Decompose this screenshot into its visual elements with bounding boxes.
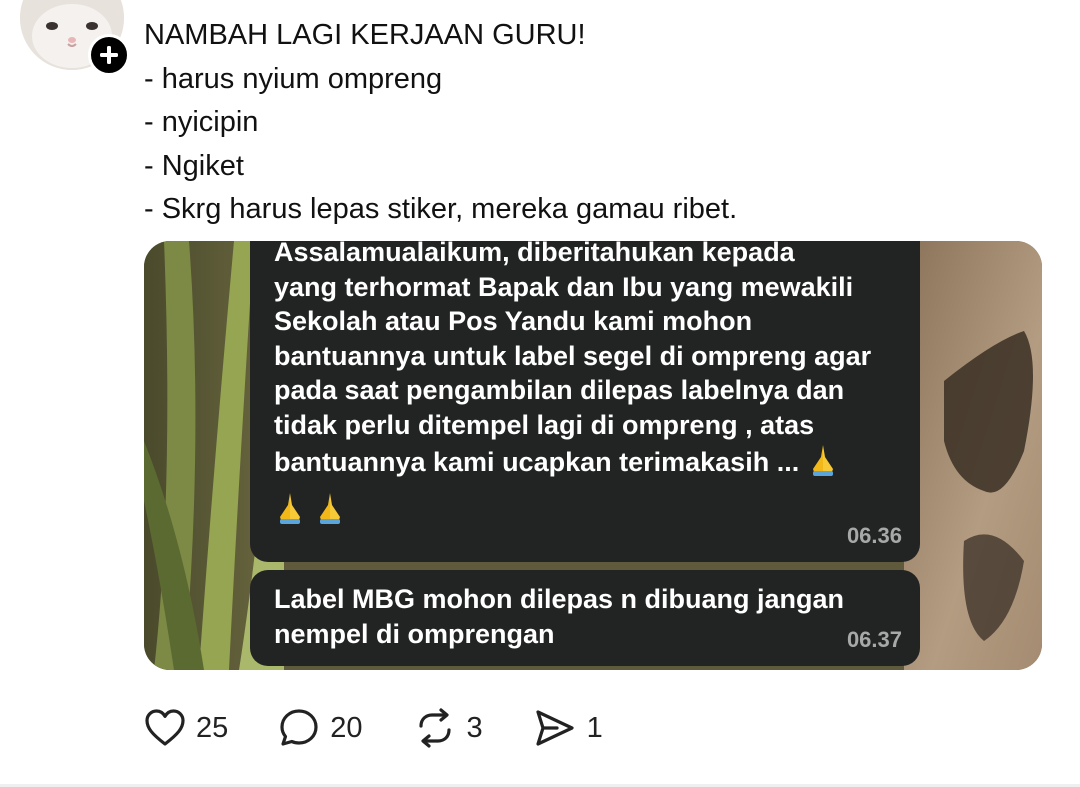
attached-image[interactable]: Assalamualaikum, diberitahukan kepada ya… <box>144 241 1042 670</box>
message-line: Label MBG mohon dilepas n dibuang jangan <box>274 584 845 614</box>
folded-hands-icon <box>807 443 839 486</box>
message-line: bantuannya kami ucapkan terimakasih ... <box>274 446 800 477</box>
message-text: Label MBG mohon dilepas n dibuang jangan… <box>274 582 894 651</box>
message-line: nempel di omprengan <box>274 618 555 649</box>
post-line: - harus nyium ompreng <box>144 62 443 95</box>
share-button[interactable]: 1 <box>533 707 603 749</box>
send-icon <box>536 710 574 746</box>
message-line: Assalamualaikum, diberitahukan kepada <box>274 241 795 267</box>
message-timestamp: 06.36 <box>846 523 902 549</box>
message-timestamp: 06.37 <box>846 627 902 653</box>
message-line-with-emoji: bantuannya kami ucapkan terimakasih ... <box>274 443 894 486</box>
repost-count: 3 <box>466 711 483 744</box>
post-line: - Skrg harus lepas stiker, mereka gamau … <box>144 193 738 225</box>
reply-count: 20 <box>330 711 363 744</box>
message-line: Sekolah atau Pos Yandu kami mohon <box>274 306 753 337</box>
repost-button[interactable]: 3 <box>413 706 483 750</box>
reply-button[interactable]: 20 <box>278 707 363 749</box>
message-line: tidak perlu ditempel lagi di ompreng , a… <box>274 409 815 440</box>
chat-message: Label MBG mohon dilepas n dibuang jangan… <box>250 570 920 666</box>
post-text: NAMBAH LAGI KERJAAN GURU! - harus nyium … <box>144 14 1044 232</box>
post-line: - nyicipin <box>144 106 259 138</box>
share-count: 1 <box>586 711 603 744</box>
like-button[interactable]: 25 <box>144 708 228 748</box>
heart-icon <box>145 709 185 746</box>
folded-hands-icon <box>314 491 346 534</box>
message-text: Assalamualaikum, diberitahukan kepada ya… <box>274 241 894 534</box>
chat-message: Assalamualaikum, diberitahukan kepada ya… <box>250 241 920 562</box>
message-line: pada saat pengambilan dilepas labelnya d… <box>274 375 845 406</box>
message-line: yang terhormat Bapak dan Ibu yang mewaki… <box>274 271 854 302</box>
repost-icon <box>418 708 451 748</box>
like-count: 25 <box>196 711 229 744</box>
folded-hands-icon <box>274 491 306 534</box>
comment-icon <box>280 709 318 746</box>
post-line: NAMBAH LAGI KERJAAN GURU! <box>144 19 586 51</box>
follow-button[interactable] <box>88 34 130 76</box>
plus-icon <box>100 46 118 64</box>
post-line: - Ngiket <box>144 149 244 182</box>
post-actions: 25 20 3 1 <box>144 706 653 750</box>
emoji-row <box>274 491 894 534</box>
message-line: bantuannya untuk label segel di ompreng … <box>274 340 872 371</box>
